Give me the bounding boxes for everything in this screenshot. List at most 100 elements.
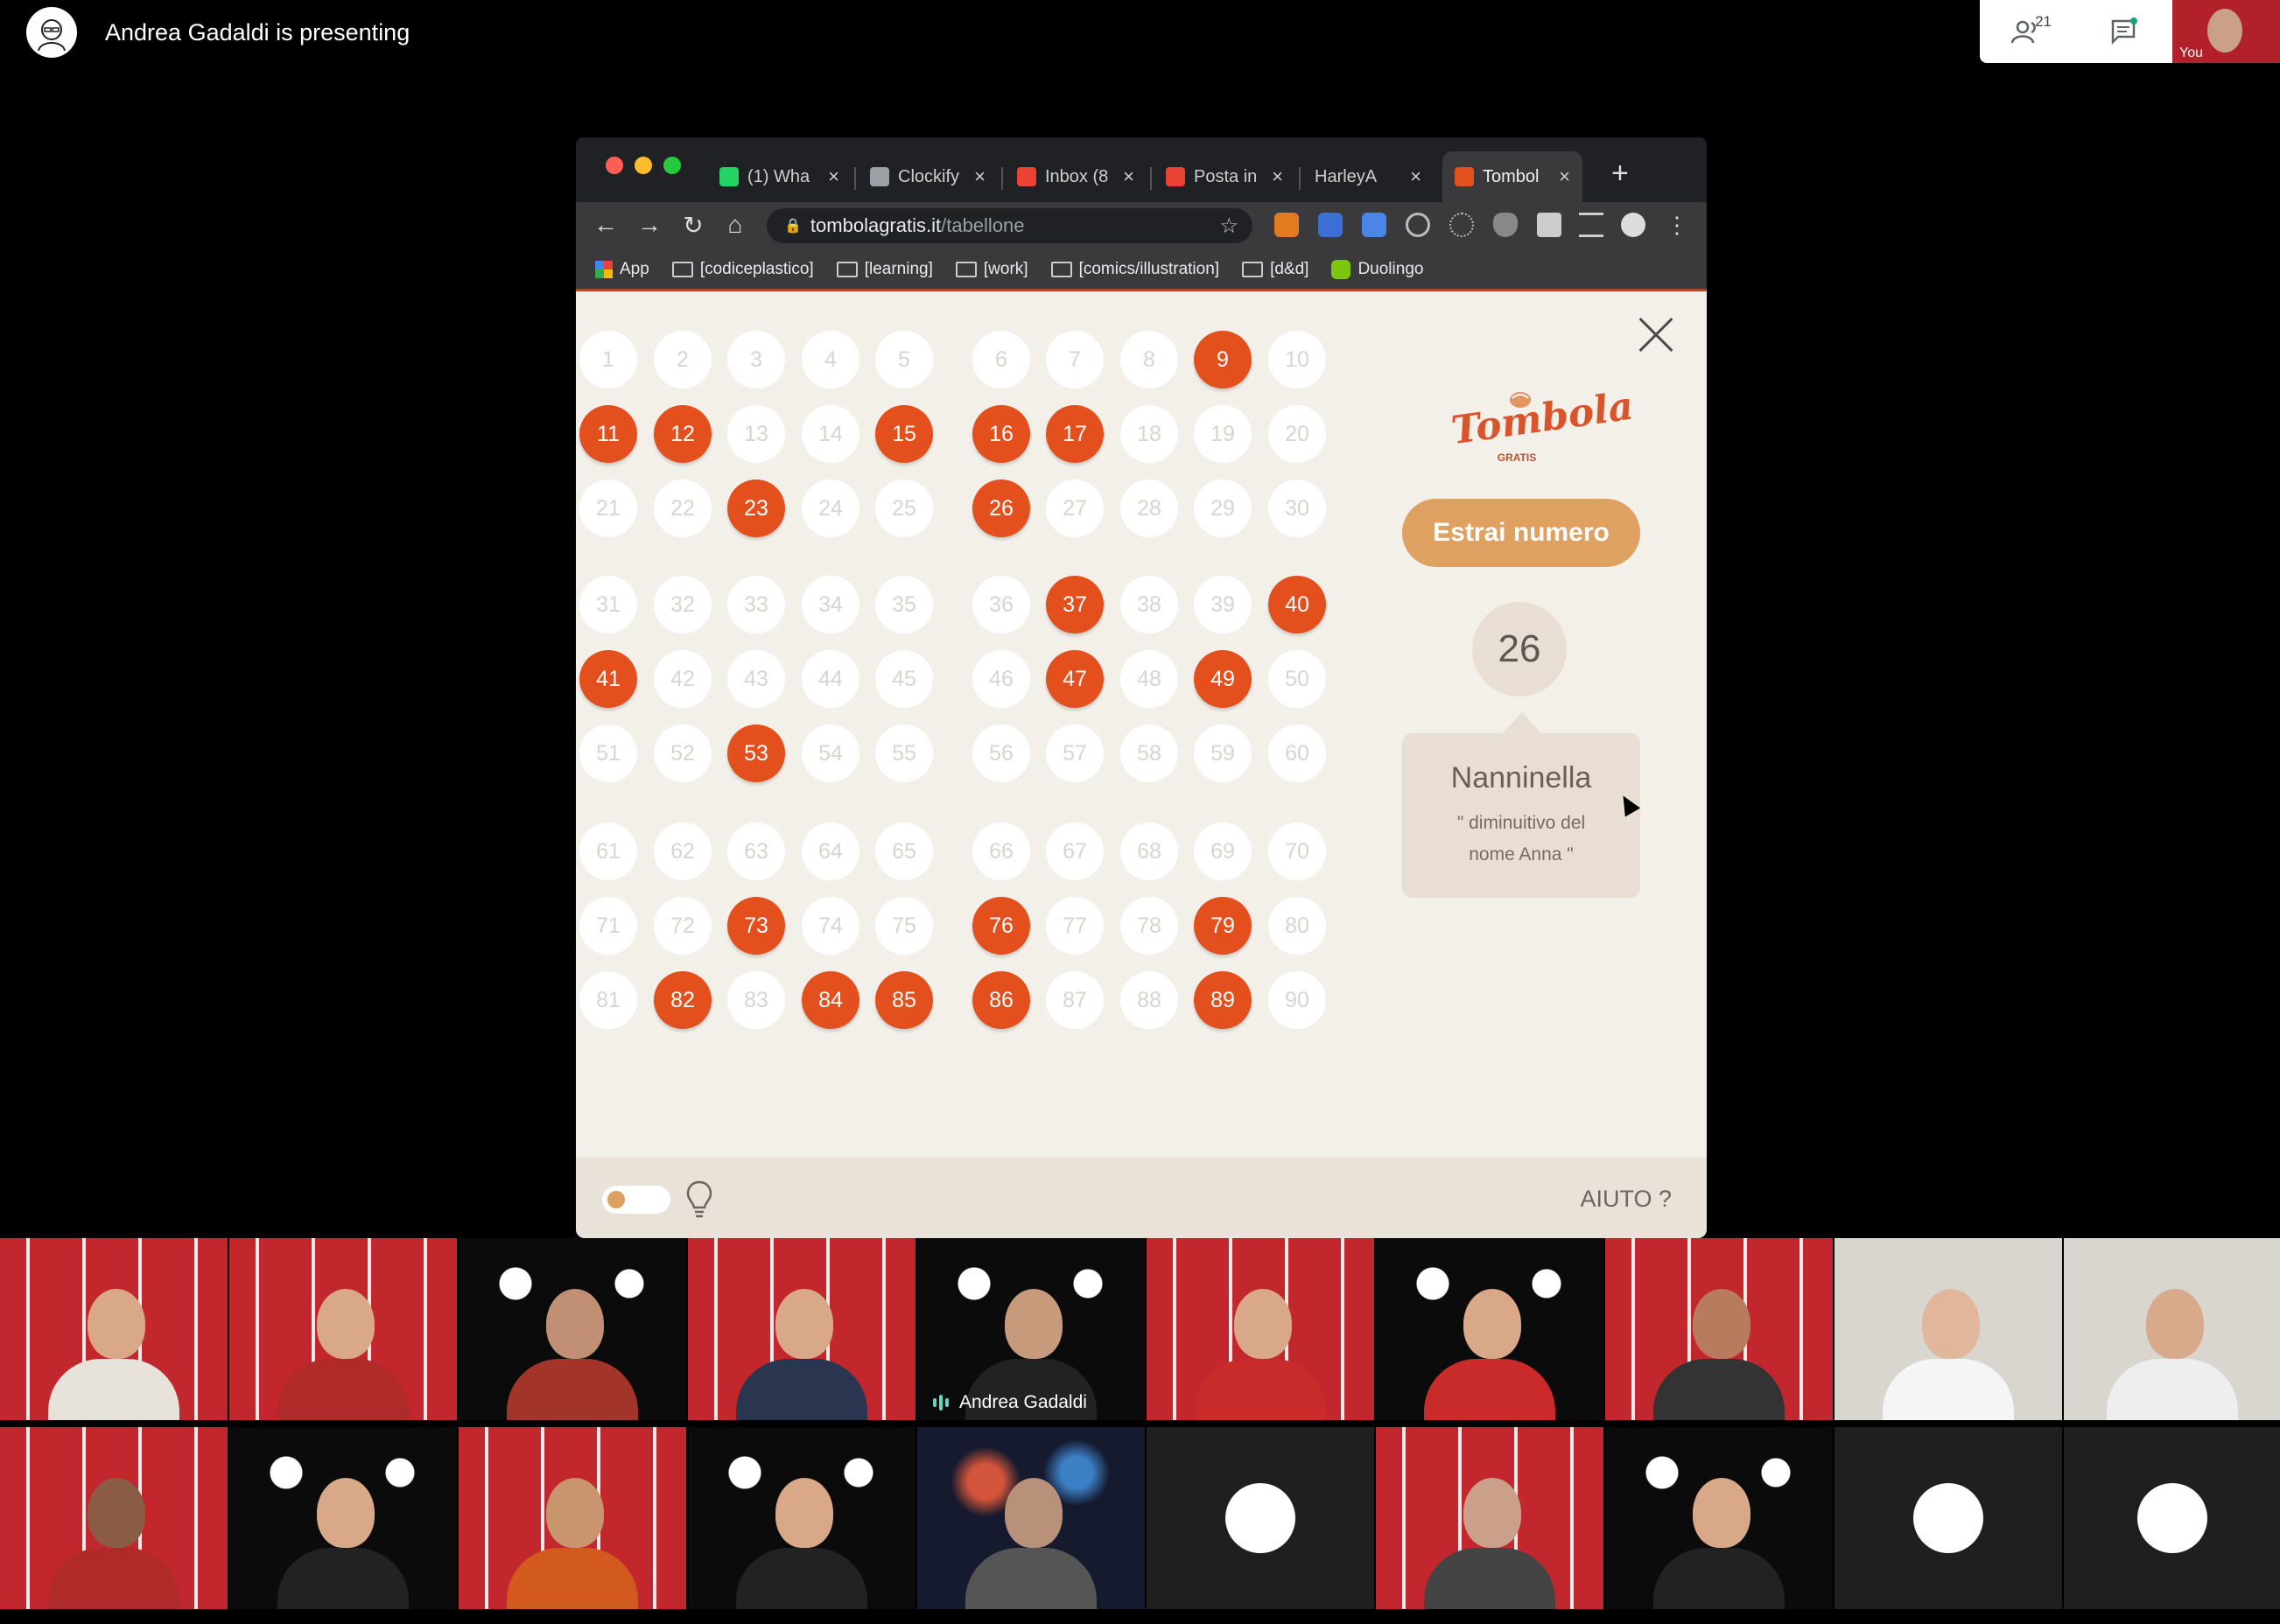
participant-tile[interactable] <box>2064 1238 2280 1420</box>
close-tab-icon[interactable]: × <box>974 165 986 188</box>
address-bar[interactable]: 🔒 tombolagratis.it/tabellone ☆ <box>767 208 1252 243</box>
reload-button[interactable]: ↻ <box>677 207 709 242</box>
participant-video <box>48 1469 179 1609</box>
participant-tile[interactable] <box>917 1427 1145 1609</box>
back-button[interactable]: ← <box>590 207 621 242</box>
called-number: 53 <box>727 724 785 782</box>
close-tab-icon[interactable]: × <box>1410 165 1421 188</box>
self-view-tile[interactable]: You <box>2172 0 2280 63</box>
browser-tab[interactable]: Tombol × <box>1442 151 1582 202</box>
help-link[interactable]: AIUTO ? <box>1580 1186 1672 1213</box>
close-tab-icon[interactable]: × <box>828 165 839 188</box>
number-cell: 22 <box>654 480 712 537</box>
tombola-page: 1 2 3 4 5 6 7 8 9 10 11 12 13 14 15 16 17 18 19 20 21 22 23 24 2… <box>576 291 1707 1158</box>
called-number: 76 <box>972 897 1030 955</box>
extension-target-icon[interactable] <box>1406 213 1430 237</box>
bookmark-label: Duolingo <box>1357 260 1424 278</box>
participant-name: Andrea Gadaldi <box>959 1392 1087 1412</box>
minimize-window-button[interactable] <box>635 157 652 174</box>
bookmark-folder[interactable]: [codiceplastico] <box>671 260 814 279</box>
number-cell: 46 <box>972 650 1030 708</box>
reading-list-icon[interactable] <box>1579 213 1603 237</box>
bookmark-folder[interactable]: [d&d] <box>1242 260 1308 279</box>
extensions-puzzle-icon[interactable] <box>1537 213 1561 237</box>
number-cell: 60 <box>1268 724 1326 782</box>
called-number: 89 <box>1194 971 1252 1029</box>
number-cell: 63 <box>727 822 785 880</box>
meet-screen: Andrea Gadaldi is presenting 21 You (1) … <box>0 0 2280 1624</box>
close-tab-icon[interactable]: × <box>1559 165 1570 188</box>
participant-tile[interactable] <box>1147 1238 1374 1420</box>
extension-chart-icon[interactable] <box>1274 213 1299 237</box>
profile-avatar-icon[interactable] <box>1621 213 1645 237</box>
participant-tile[interactable] <box>2064 1427 2280 1609</box>
browser-tab[interactable]: Clockify × <box>858 151 998 202</box>
browser-tab[interactable]: (1) Wha × <box>707 151 852 202</box>
bookmark-star-icon[interactable]: ☆ <box>1219 214 1238 239</box>
bookmark-folder[interactable]: [work] <box>955 260 1028 279</box>
participant-video <box>277 1280 409 1420</box>
participant-tile[interactable] <box>459 1427 686 1609</box>
bookmarks-bar: App [codiceplastico] [learning] [work] [… <box>576 248 1707 291</box>
extension-translate-icon[interactable] <box>1362 213 1386 237</box>
participant-tile[interactable] <box>0 1427 228 1609</box>
number-cell: 61 <box>579 822 637 880</box>
participant-tile[interactable] <box>1605 1427 1833 1609</box>
close-tab-icon[interactable]: × <box>1272 165 1283 188</box>
participant-tile[interactable] <box>459 1238 686 1420</box>
bookmark-label: [work] <box>983 260 1028 278</box>
theme-toggle[interactable] <box>602 1186 670 1214</box>
browser-tab[interactable]: HarleyA × <box>1302 151 1434 202</box>
participant-tile[interactable] <box>688 1238 916 1420</box>
participant-tile[interactable] <box>1605 1238 1833 1420</box>
number-cell: 18 <box>1120 405 1178 463</box>
participant-tile[interactable] <box>1147 1427 1374 1609</box>
participant-tile[interactable] <box>0 1238 228 1420</box>
clockify-icon <box>870 167 889 186</box>
draw-number-button[interactable]: Estrai numero <box>1402 499 1640 567</box>
participant-tile-speaking[interactable]: Andrea Gadaldi <box>917 1238 1145 1420</box>
lightbulb-icon[interactable] <box>684 1179 714 1219</box>
bookmark-folder[interactable]: [comics/illustration] <box>1050 260 1219 279</box>
forward-button[interactable]: → <box>634 207 665 242</box>
participant-video <box>2106 1280 2238 1420</box>
close-tab-icon[interactable]: × <box>1123 165 1134 188</box>
participant-tile[interactable] <box>1835 1427 2062 1609</box>
number-cell: 14 <box>802 405 859 463</box>
maximize-window-button[interactable] <box>663 157 681 174</box>
participant-tile[interactable] <box>229 1238 457 1420</box>
number-cell: 28 <box>1120 480 1178 537</box>
folder-icon <box>671 262 693 277</box>
called-number: 49 <box>1194 650 1252 708</box>
browser-menu-icon[interactable]: ⋮ <box>1661 207 1693 242</box>
bookmark-duolingo[interactable]: Duolingo <box>1331 260 1423 279</box>
bookmark-label: [d&d] <box>1270 260 1309 278</box>
number-cell: 81 <box>579 971 637 1029</box>
bookmark-folder[interactable]: [learning] <box>836 260 933 279</box>
extension-grid-icon[interactable] <box>1318 213 1343 237</box>
participant-tile[interactable] <box>1835 1238 2062 1420</box>
number-cell: 50 <box>1268 650 1326 708</box>
participant-tile[interactable] <box>688 1427 916 1609</box>
number-cell: 32 <box>654 576 712 634</box>
number-cell: 70 <box>1268 822 1326 880</box>
tab-label: (1) Wha <box>747 166 810 186</box>
participant-avatar-icon <box>1913 1483 1983 1553</box>
people-button[interactable]: 21 <box>2003 10 2053 53</box>
chat-button[interactable] <box>2099 10 2150 53</box>
close-window-button[interactable] <box>606 157 623 174</box>
participant-tile[interactable] <box>229 1427 457 1609</box>
number-cell: 19 <box>1194 405 1252 463</box>
participant-tile[interactable] <box>1376 1238 1603 1420</box>
home-button[interactable]: ⌂ <box>719 207 751 242</box>
browser-tab[interactable]: Inbox (8 × <box>1005 151 1147 202</box>
browser-tab[interactable]: Posta in × <box>1154 151 1295 202</box>
number-cell: 54 <box>802 724 859 782</box>
extension-shield-icon[interactable] <box>1493 213 1518 237</box>
extension-react-icon[interactable] <box>1449 213 1474 237</box>
called-number: 16 <box>972 405 1030 463</box>
bookmark-apps[interactable]: App <box>595 260 649 279</box>
new-tab-button[interactable]: + <box>1611 157 1629 191</box>
close-board-button[interactable] <box>1637 316 1675 354</box>
participant-tile[interactable] <box>1376 1427 1603 1609</box>
